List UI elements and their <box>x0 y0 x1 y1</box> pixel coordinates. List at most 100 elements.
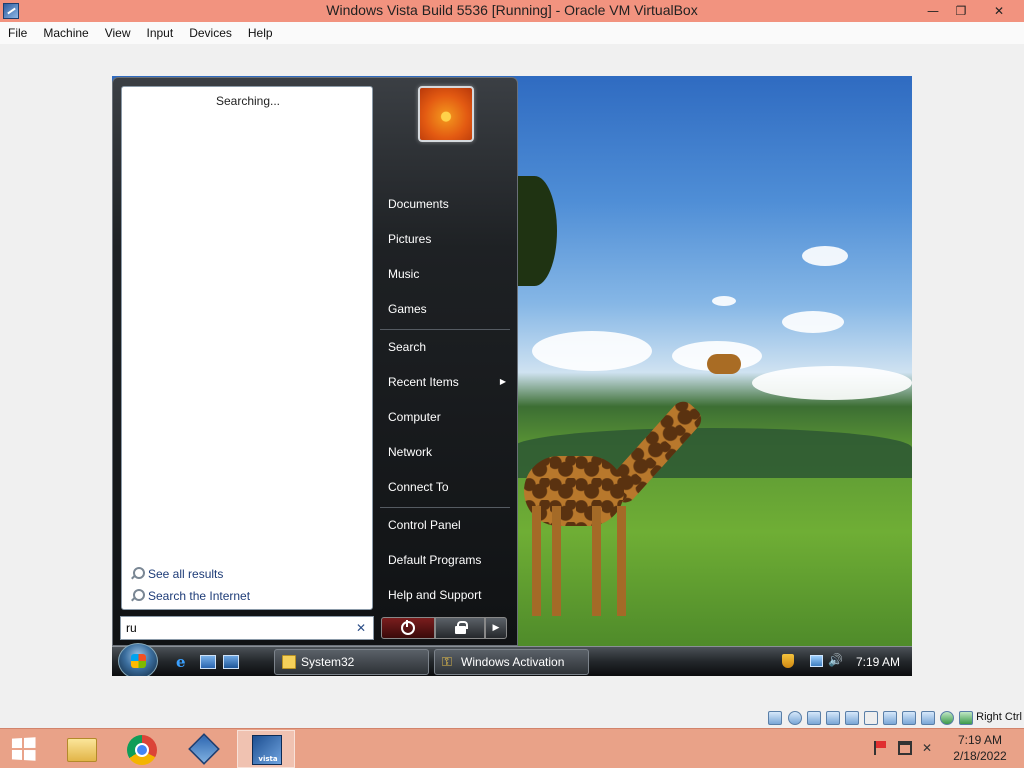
giraffe-head <box>707 354 741 374</box>
show-desktop-icon[interactable] <box>200 655 216 669</box>
minimize-button[interactable]: — <box>918 0 948 22</box>
task-label: Windows Activation <box>461 655 565 669</box>
mouse-integration-icon[interactable] <box>940 711 954 725</box>
start-search-box[interactable]: ✕ <box>120 616 374 640</box>
key-icon: ⚿ <box>442 654 452 669</box>
vista-clock[interactable]: 7:19 AM <box>852 647 904 676</box>
search-internet-link[interactable]: Search the Internet <box>130 587 250 605</box>
submenu-arrow-icon: ▶ <box>499 377 506 386</box>
host-taskbar: vista ✕ 7:19 AM 2/18/2022 <box>0 728 1024 768</box>
chrome-icon <box>127 735 157 765</box>
connect-to-item[interactable]: Connect To <box>380 472 512 502</box>
giraffe-leg <box>552 506 561 616</box>
lock-icon <box>455 621 468 634</box>
virtualbox-icon <box>188 733 220 765</box>
vbox-titlebar: Windows Vista Build 5536 [Running] - Ora… <box>0 0 1024 22</box>
power-icon <box>401 620 415 635</box>
windows-logo-icon <box>11 737 36 761</box>
user-name-item[interactable] <box>380 154 512 184</box>
security-shield-icon[interactable] <box>782 654 794 668</box>
music-item[interactable]: Music <box>380 259 512 289</box>
task-label: System32 <box>301 655 355 669</box>
optical-drive-icon[interactable] <box>788 711 802 725</box>
control-panel-item[interactable]: Control Panel <box>380 510 512 540</box>
start-search-input[interactable] <box>126 620 346 636</box>
giraffe-leg <box>617 506 626 616</box>
virtualbox-taskbar-button[interactable] <box>175 730 233 768</box>
giraffe-leg <box>592 506 601 616</box>
vista-vm-taskbar-button[interactable]: vista <box>237 730 295 768</box>
network-icon[interactable] <box>810 655 823 667</box>
host-start-button[interactable] <box>0 729 46 768</box>
search-item[interactable]: Search <box>380 332 512 362</box>
clear-search-icon[interactable]: ✕ <box>354 619 368 637</box>
cpu-icon[interactable] <box>921 711 935 725</box>
volume-icon[interactable]: 🔊 <box>828 653 843 667</box>
host-clock[interactable]: 7:19 AM 2/18/2022 <box>944 732 1016 764</box>
documents-item[interactable]: Documents <box>380 189 512 219</box>
shared-folders-icon[interactable] <box>864 711 878 725</box>
searching-status: Searching... <box>215 94 281 108</box>
help-and-support-item[interactable]: Help and Support <box>380 580 512 610</box>
folder-icon <box>282 655 296 669</box>
host-key-label: Right Ctrl <box>976 711 1022 723</box>
restore-button[interactable]: ❐ <box>946 0 976 22</box>
keyboard-icon[interactable] <box>959 711 973 725</box>
network-icon[interactable] <box>898 741 912 755</box>
taskbar-button-system32[interactable]: System32 <box>274 649 429 675</box>
search-icon <box>130 567 145 581</box>
vista-vm-icon: vista <box>252 735 282 765</box>
network-item[interactable]: Network <box>380 437 512 467</box>
switch-windows-icon[interactable] <box>223 655 239 669</box>
menu-input[interactable]: Input <box>139 22 182 44</box>
default-programs-item[interactable]: Default Programs <box>380 545 512 575</box>
taskbar-button-windows-activation[interactable]: ⚿ Windows Activation <box>434 649 589 675</box>
user-avatar[interactable] <box>418 86 474 142</box>
menu-devices[interactable]: Devices <box>181 22 240 44</box>
games-item[interactable]: Games <box>380 294 512 324</box>
menu-separator <box>380 329 510 330</box>
menu-help[interactable]: Help <box>240 22 281 44</box>
vbox-status-bar: Right Ctrl <box>768 708 1024 728</box>
hard-disk-icon[interactable] <box>768 711 782 725</box>
see-all-results-link[interactable]: See all results <box>130 565 223 583</box>
close-button[interactable]: ✕ <box>982 0 1016 22</box>
menu-machine[interactable]: Machine <box>35 22 96 44</box>
cloud <box>802 246 848 266</box>
menu-file[interactable]: File <box>0 22 35 44</box>
cloud <box>752 366 912 400</box>
display-icon[interactable] <box>883 711 897 725</box>
chrome-taskbar-button[interactable] <box>113 730 171 768</box>
guest-screen[interactable]: Searching... See all results Search the … <box>112 76 912 676</box>
pictures-item[interactable]: Pictures <box>380 224 512 254</box>
audio-icon[interactable] <box>807 711 821 725</box>
computer-item[interactable]: Computer <box>380 402 512 432</box>
search-internet-label: Search the Internet <box>148 589 251 603</box>
action-center-flag-icon[interactable] <box>874 741 888 755</box>
lock-button[interactable] <box>435 617 485 639</box>
file-explorer-taskbar-button[interactable] <box>52 730 110 768</box>
host-clock-date: 2/18/2022 <box>953 749 1007 763</box>
cloud <box>532 331 652 371</box>
menu-separator <box>380 507 510 508</box>
see-all-results-label: See all results <box>148 567 224 581</box>
cloud <box>782 311 844 333</box>
cloud <box>712 296 736 306</box>
start-orb-button[interactable] <box>118 643 158 676</box>
host-system-tray: ✕ <box>870 741 940 757</box>
giraffe-leg <box>532 506 541 616</box>
acacia-tree <box>512 176 557 286</box>
internet-explorer-icon[interactable]: e <box>176 655 192 670</box>
network-adapter-icon[interactable] <box>826 711 840 725</box>
shutdown-options-button[interactable]: ▶ <box>485 617 507 639</box>
recent-items-label: Recent Items <box>388 375 459 389</box>
recent-items-item[interactable]: Recent Items ▶ <box>380 367 512 397</box>
volume-muted-icon[interactable]: ✕ <box>922 741 936 755</box>
start-menu: Searching... See all results Search the … <box>112 77 518 646</box>
video-capture-icon[interactable] <box>902 711 916 725</box>
host-clock-time: 7:19 AM <box>957 733 1003 747</box>
power-button[interactable] <box>381 617 435 639</box>
search-results-pane: Searching... See all results Search the … <box>121 86 373 610</box>
menu-view[interactable]: View <box>97 22 139 44</box>
usb-icon[interactable] <box>845 711 859 725</box>
